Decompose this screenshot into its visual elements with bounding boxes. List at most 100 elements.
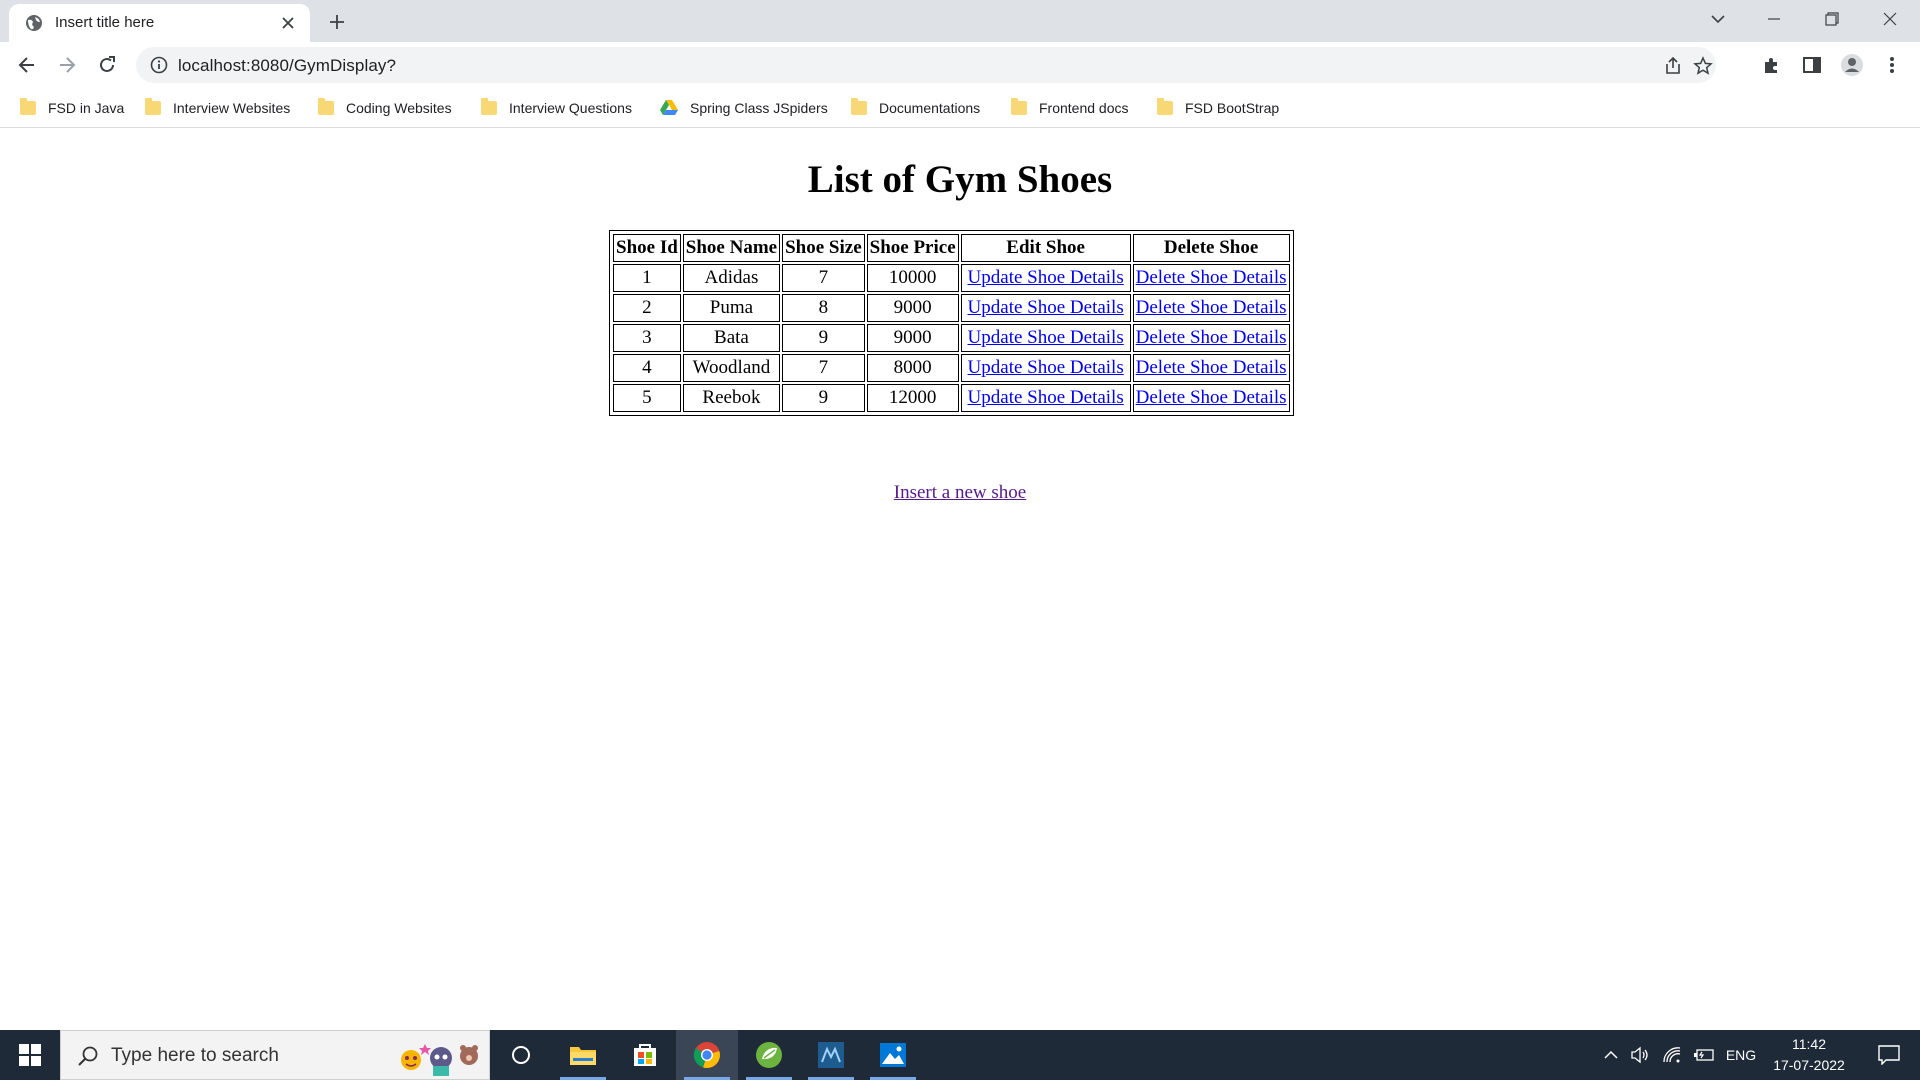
bookmark-label: Interview Websites xyxy=(173,100,291,116)
bookmark-documentations[interactable]: Documentations xyxy=(851,96,980,120)
folder-icon xyxy=(145,98,161,115)
notifications-icon[interactable] xyxy=(1866,1030,1912,1080)
restore-icon[interactable] xyxy=(1804,0,1860,38)
cell-shoe-name: Bata xyxy=(682,324,781,352)
cell-edit: Update Shoe Details xyxy=(960,354,1131,382)
chrome-icon[interactable] xyxy=(676,1030,738,1080)
windows-taskbar: Type here to search ENG 11:42 17-07-2022 xyxy=(0,1030,1920,1080)
update-shoe-link[interactable]: Update Shoe Details xyxy=(968,267,1124,288)
table-row: 1 Adidas 7 10000 Update Shoe Details Del… xyxy=(613,264,1290,292)
bookmark-spring-class-jspiders[interactable]: Spring Class JSpiders xyxy=(660,96,828,120)
search-icon xyxy=(78,1046,98,1066)
update-shoe-link[interactable]: Update Shoe Details xyxy=(968,357,1124,378)
url-text[interactable]: localhost:8080/GymDisplay? xyxy=(178,56,396,76)
language-indicator[interactable]: ENG xyxy=(1722,1030,1760,1080)
cell-shoe-size: 7 xyxy=(782,264,865,292)
cell-shoe-id: 4 xyxy=(613,354,681,382)
shoe-table: Shoe Id Shoe Name Shoe Size Shoe Price E… xyxy=(609,230,1294,416)
bookmark-label: Documentations xyxy=(879,100,981,116)
delete-shoe-link[interactable]: Delete Shoe Details xyxy=(1136,357,1287,378)
bookmark-interview-questions[interactable]: Interview Questions xyxy=(481,96,632,120)
folder-icon xyxy=(481,98,497,115)
cell-delete: Delete Shoe Details xyxy=(1132,354,1290,382)
cell-shoe-price: 12000 xyxy=(866,384,959,412)
cell-shoe-id: 3 xyxy=(613,324,681,352)
task-view-icon[interactable] xyxy=(490,1030,552,1080)
close-tab-icon[interactable] xyxy=(278,13,298,33)
delete-shoe-link[interactable]: Delete Shoe Details xyxy=(1136,327,1287,348)
bookmark-label: Interview Questions xyxy=(509,100,632,116)
table-row: 5 Reebok 9 12000 Update Shoe Details Del… xyxy=(613,384,1290,412)
browser-tab[interactable]: Insert title here xyxy=(9,4,310,42)
extensions-icon[interactable] xyxy=(1760,53,1784,77)
cell-shoe-price: 10000 xyxy=(866,264,959,292)
globe-icon xyxy=(26,15,42,31)
delete-shoe-link[interactable]: Delete Shoe Details xyxy=(1136,387,1287,408)
show-hidden-icons-icon[interactable] xyxy=(1598,1030,1624,1080)
header-shoe-size: Shoe Size xyxy=(782,234,865,262)
bookmark-interview-websites[interactable]: Interview Websites xyxy=(145,96,290,120)
cell-shoe-id: 1 xyxy=(613,264,681,292)
clock-time: 11:42 xyxy=(1792,1036,1826,1052)
search-placeholder: Type here to search xyxy=(111,1045,279,1066)
address-bar[interactable]: localhost:8080/GymDisplay? xyxy=(136,47,1716,83)
profile-avatar-icon[interactable] xyxy=(1840,53,1864,77)
cell-shoe-size: 7 xyxy=(782,354,865,382)
bookmark-label: FSD in Java xyxy=(48,100,125,116)
minimize-icon[interactable] xyxy=(1746,0,1802,38)
cell-shoe-price: 9000 xyxy=(866,324,959,352)
delete-shoe-link[interactable]: Delete Shoe Details xyxy=(1136,297,1287,318)
bookmark-fsd-in-java[interactable]: FSD in Java xyxy=(20,96,124,120)
bookmark-star-icon[interactable] xyxy=(1692,55,1714,77)
cell-shoe-id: 5 xyxy=(613,384,681,412)
wifi-icon[interactable] xyxy=(1658,1030,1686,1080)
update-shoe-link[interactable]: Update Shoe Details xyxy=(968,327,1124,348)
tab-search-icon[interactable] xyxy=(1690,0,1746,38)
spring-tool-suite-icon[interactable] xyxy=(738,1030,800,1080)
back-icon[interactable] xyxy=(11,49,43,81)
update-shoe-link[interactable]: Update Shoe Details xyxy=(968,297,1124,318)
folder-icon xyxy=(318,98,334,115)
file-explorer-icon[interactable] xyxy=(552,1030,614,1080)
mysql-workbench-icon[interactable] xyxy=(800,1030,862,1080)
site-info-icon[interactable] xyxy=(150,56,168,74)
bookmark-frontend-docs[interactable]: Frontend docs xyxy=(1011,96,1129,120)
battery-icon[interactable] xyxy=(1690,1030,1718,1080)
share-icon[interactable] xyxy=(1662,55,1684,77)
side-panel-icon[interactable] xyxy=(1800,53,1824,77)
forward-icon[interactable] xyxy=(51,49,83,81)
update-shoe-link[interactable]: Update Shoe Details xyxy=(968,387,1124,408)
windows-start-icon[interactable] xyxy=(0,1030,60,1080)
table-row: 2 Puma 8 9000 Update Shoe Details Delete… xyxy=(613,294,1290,322)
cell-shoe-size: 9 xyxy=(782,324,865,352)
bookmark-coding-websites[interactable]: Coding Websites xyxy=(318,96,452,120)
cell-delete: Delete Shoe Details xyxy=(1132,384,1290,412)
bookmark-fsd-bootstrap[interactable]: FSD BootStrap xyxy=(1157,96,1279,120)
cell-edit: Update Shoe Details xyxy=(960,324,1131,352)
folder-icon xyxy=(1157,98,1173,115)
folder-icon xyxy=(851,98,867,115)
clock[interactable]: 11:42 17-07-2022 xyxy=(1764,1034,1854,1076)
close-window-icon[interactable] xyxy=(1862,0,1918,38)
table-header-row: Shoe Id Shoe Name Shoe Size Shoe Price E… xyxy=(613,234,1290,262)
header-shoe-id: Shoe Id xyxy=(613,234,681,262)
insert-new-shoe-link[interactable]: Insert a new shoe xyxy=(894,482,1026,503)
volume-icon[interactable] xyxy=(1626,1030,1654,1080)
header-shoe-name: Shoe Name xyxy=(682,234,781,262)
cell-shoe-name: Reebok xyxy=(682,384,781,412)
cell-delete: Delete Shoe Details xyxy=(1132,324,1290,352)
tab-title: Insert title here xyxy=(55,14,155,31)
new-tab-icon[interactable] xyxy=(324,9,350,35)
folder-icon xyxy=(1011,98,1027,115)
reload-icon[interactable] xyxy=(91,49,123,81)
header-edit-shoe: Edit Shoe xyxy=(960,234,1131,262)
cell-shoe-price: 9000 xyxy=(866,294,959,322)
photos-icon[interactable] xyxy=(862,1030,924,1080)
taskbar-search-box[interactable]: Type here to search xyxy=(60,1030,490,1080)
menu-kebab-icon[interactable] xyxy=(1880,53,1904,77)
clock-date: 17-07-2022 xyxy=(1773,1057,1845,1073)
microsoft-store-icon[interactable] xyxy=(614,1030,676,1080)
cell-edit: Update Shoe Details xyxy=(960,264,1131,292)
delete-shoe-link[interactable]: Delete Shoe Details xyxy=(1136,267,1287,288)
bookmark-label: Spring Class JSpiders xyxy=(690,100,828,116)
